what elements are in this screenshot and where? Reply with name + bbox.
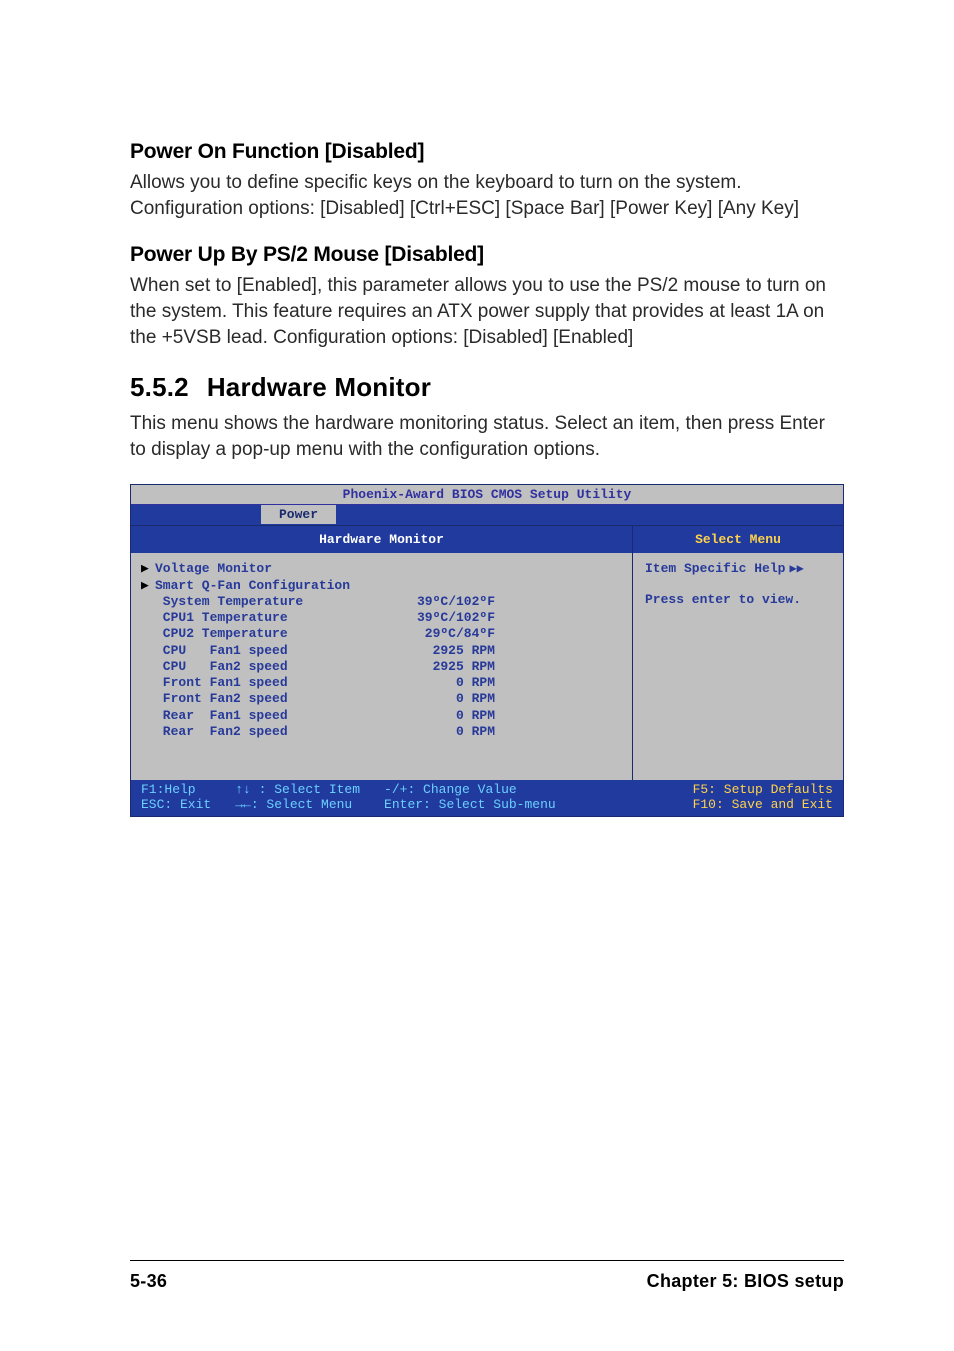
bios-help-body: Press enter to view. (645, 592, 833, 607)
bios-footer-col4: F5: Setup Defaults F10: Save and Exit (693, 782, 833, 812)
bios-item-label: Voltage Monitor (155, 561, 375, 577)
page-content: Power On Function [Disabled] Allows you … (0, 0, 954, 817)
bios-item-value: 39ºC/102ºF (375, 610, 495, 626)
bios-item-cpu-fan1: CPU Fan1 speed 2925 RPM (141, 643, 622, 659)
bios-item-value: 0 RPM (375, 708, 495, 724)
bios-items: ▶ Voltage Monitor ▶ Smart Q-Fan Configur… (131, 553, 633, 780)
bios-item-cpu1-temp: CPU1 Temperature 39ºC/102ºF (141, 610, 622, 626)
paragraph-power-on-function: Allows you to define specific keys on th… (130, 170, 844, 221)
bios-help-title-row: Item Specific Help ▶▶ (645, 561, 833, 576)
bios-item-value: 2925 RPM (375, 659, 495, 675)
spacer (645, 576, 833, 592)
bios-item-cpu2-temp: CPU2 Temperature 29ºC/84ºF (141, 626, 622, 642)
bios-item-value: 2925 RPM (375, 643, 495, 659)
bios-help-title: Item Specific Help (645, 561, 785, 576)
page-number: 5-36 (130, 1271, 167, 1292)
bios-item-label: System Temperature (155, 594, 375, 610)
bios-item-value: 0 RPM (375, 675, 495, 691)
paragraph-power-up-ps2: When set to [Enabled], this parameter al… (130, 273, 844, 350)
bios-item-label: CPU2 Temperature (155, 626, 375, 642)
bios-item-value: 29ºC/84ºF (375, 626, 495, 642)
bios-item-label: Front Fan2 speed (155, 691, 375, 707)
page-footer: 5-36 Chapter 5: BIOS setup (0, 1260, 954, 1292)
heading-power-on-function: Power On Function [Disabled] (130, 140, 844, 164)
double-chevron-right-icon: ▶▶ (789, 561, 803, 576)
bios-footer-col2: ↑↓ : Select Item →←: Select Menu (235, 782, 360, 812)
bios-item-voltage-monitor: ▶ Voltage Monitor (141, 561, 622, 577)
bios-item-front-fan2: Front Fan2 speed 0 RPM (141, 691, 622, 707)
bios-item-front-fan1: Front Fan1 speed 0 RPM (141, 675, 622, 691)
bios-item-label: Rear Fan1 speed (155, 708, 375, 724)
chapter-title: Chapter 5: BIOS setup (647, 1271, 844, 1292)
bios-body: ▶ Voltage Monitor ▶ Smart Q-Fan Configur… (131, 553, 843, 780)
section-title: Hardware Monitor (207, 372, 431, 403)
bios-item-label: CPU Fan1 speed (155, 643, 375, 659)
bios-item-value: 39ºC/102ºF (375, 594, 495, 610)
section-number: 5.5.2 (130, 372, 189, 403)
bios-screenshot: Phoenix-Award BIOS CMOS Setup Utility Po… (130, 484, 844, 817)
bios-tabbar: Power (131, 505, 843, 525)
bios-item-label: CPU1 Temperature (155, 610, 375, 626)
bios-item-label: Rear Fan2 speed (155, 724, 375, 740)
bios-item-rear-fan2: Rear Fan2 speed 0 RPM (141, 724, 622, 740)
bios-help: Item Specific Help ▶▶ Press enter to vie… (633, 553, 843, 780)
bios-item-label: CPU Fan2 speed (155, 659, 375, 675)
triangle-right-icon: ▶ (141, 561, 155, 577)
bios-item-cpu-fan2: CPU Fan2 speed 2925 RPM (141, 659, 622, 675)
bios-item-smart-qfan: ▶ Smart Q-Fan Configuration (141, 578, 622, 594)
bios-subheader-right: Select Menu (633, 526, 843, 553)
bios-item-rear-fan1: Rear Fan1 speed 0 RPM (141, 708, 622, 724)
heading-power-up-ps2: Power Up By PS/2 Mouse [Disabled] (130, 243, 844, 267)
bios-footer-col3: -/+: Change Value Enter: Select Sub-menu (384, 782, 556, 812)
bios-item-value: 0 RPM (375, 724, 495, 740)
section-heading-row: 5.5.2 Hardware Monitor (130, 372, 844, 403)
triangle-right-icon: ▶ (141, 578, 155, 594)
bios-item-sys-temp: System Temperature 39ºC/102ºF (141, 594, 622, 610)
bios-item-label: Smart Q-Fan Configuration (155, 578, 375, 594)
bios-tab-power: Power (261, 505, 336, 524)
bios-subheader: Hardware Monitor Select Menu (131, 525, 843, 553)
bios-item-value: 0 RPM (375, 691, 495, 707)
spacer (580, 782, 669, 812)
bios-footer-col1: F1:Help ESC: Exit (141, 782, 211, 812)
bios-subheader-left: Hardware Monitor (131, 526, 633, 553)
paragraph-hardware-monitor: This menu shows the hardware monitoring … (130, 411, 844, 462)
bios-titlebar: Phoenix-Award BIOS CMOS Setup Utility (131, 485, 843, 505)
bios-footer: F1:Help ESC: Exit ↑↓ : Select Item →←: S… (131, 780, 843, 816)
bios-item-label: Front Fan1 speed (155, 675, 375, 691)
